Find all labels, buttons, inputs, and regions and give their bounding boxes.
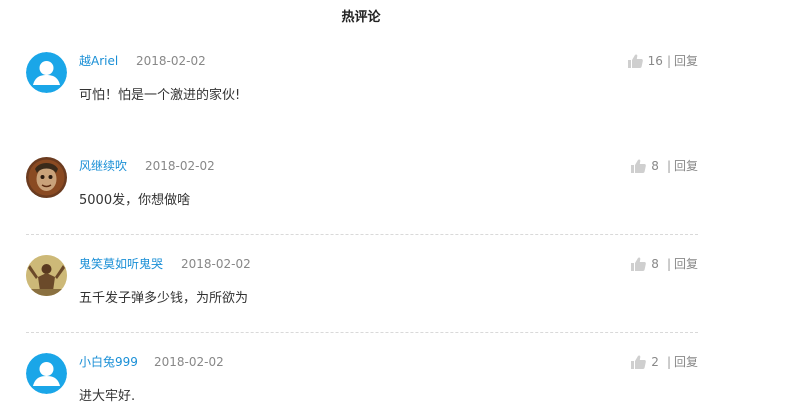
separator: | — [666, 54, 671, 68]
comment-date: 2018-02-02 — [136, 54, 206, 68]
reply-button[interactable]: 回复 — [674, 353, 698, 371]
separator: | — [666, 257, 671, 271]
comment-divider — [26, 332, 698, 333]
comment-date: 2018-02-02 — [181, 257, 251, 271]
reply-button[interactable]: 回复 — [674, 255, 698, 273]
username-link[interactable]: 越Ariel — [79, 52, 118, 70]
like-count: 8 — [651, 159, 659, 173]
thumbs-up-icon[interactable] — [631, 355, 647, 369]
comment-actions: 8 | 回复 — [631, 255, 698, 273]
like-count: 8 — [651, 257, 659, 271]
username-link[interactable]: 风继续吹 — [79, 157, 127, 175]
section-title: 热评论 — [341, 10, 381, 25]
comment-actions: 8 | 回复 — [631, 157, 698, 175]
avatar[interactable] — [26, 52, 67, 93]
comment-content: 可怕！怕是一个激进的家伙! — [79, 88, 241, 103]
comment-divider — [26, 234, 698, 235]
default-user-icon — [26, 52, 67, 93]
reply-button[interactable]: 回复 — [674, 52, 698, 70]
separator: | — [666, 355, 671, 369]
separator: | — [666, 159, 671, 173]
avatar[interactable] — [26, 353, 67, 394]
avatar[interactable] — [26, 157, 67, 198]
thumbs-up-icon[interactable] — [631, 257, 647, 271]
comment-date: 2018-02-02 — [145, 159, 215, 173]
user-photo-avatar — [26, 255, 67, 296]
comment-content: 进大牢好. — [79, 389, 136, 404]
thumbs-up-icon[interactable] — [627, 54, 643, 68]
like-count: 2 — [651, 355, 659, 369]
username-link[interactable]: 小白兔999 — [79, 353, 138, 371]
like-count: 16 — [647, 54, 663, 68]
comment-actions: 16 | 回复 — [627, 52, 698, 70]
user-photo-avatar — [26, 157, 67, 198]
comment-content: 五千发子弹多少钱，为所欲为 — [79, 291, 249, 306]
comment-date: 2018-02-02 — [154, 355, 224, 369]
username-link[interactable]: 鬼笑莫如听鬼哭 — [79, 255, 163, 273]
reply-button[interactable]: 回复 — [674, 157, 698, 175]
thumbs-up-icon[interactable] — [631, 159, 647, 173]
avatar[interactable] — [26, 255, 67, 296]
comment-content: 5000发，你想做啥 — [79, 193, 191, 208]
default-user-icon — [26, 353, 67, 394]
hot-comments-page: 热评论 越Ariel 2018-02-02 16 | 回复 可怕！怕是一个激进的… — [0, 0, 788, 416]
comment-actions: 2 | 回复 — [631, 353, 698, 371]
